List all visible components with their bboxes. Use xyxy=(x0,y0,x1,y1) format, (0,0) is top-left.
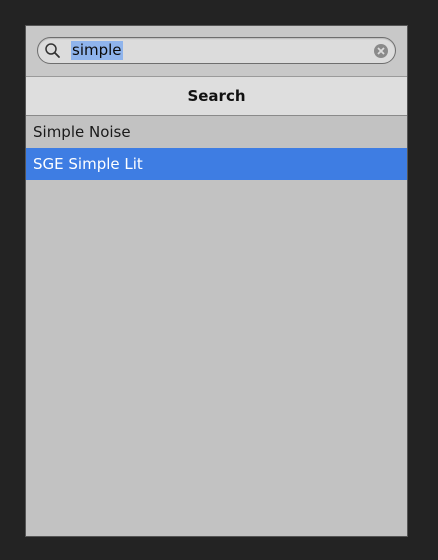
results-list: Simple Noise SGE Simple Lit xyxy=(26,116,407,180)
search-icon xyxy=(45,43,60,58)
search-input[interactable]: simple xyxy=(71,41,123,60)
clear-icon[interactable] xyxy=(373,43,389,59)
list-item-selected[interactable]: SGE Simple Lit xyxy=(26,148,407,180)
search-popup-panel: simple Search Simple Noise SGE Simple Li… xyxy=(25,25,408,537)
search-bar: simple xyxy=(26,26,407,76)
search-field[interactable]: simple xyxy=(37,37,396,64)
list-item[interactable]: Simple Noise xyxy=(26,116,407,148)
results-header: Search xyxy=(26,76,407,116)
